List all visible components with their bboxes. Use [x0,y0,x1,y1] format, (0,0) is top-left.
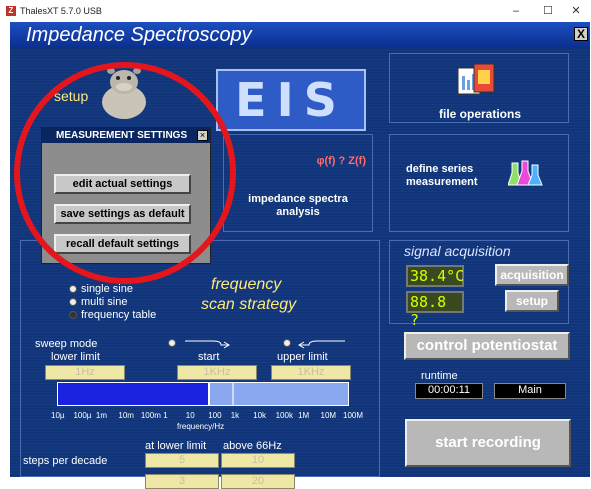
app-title: Impedance Spectroscopy [10,22,590,48]
signal-acquisition-title: signal acquisition [404,243,511,259]
axis-tick-label: 10M [320,411,337,420]
upper-limit-label: upper limit [277,351,328,363]
axis-tick-label: 100M [343,411,364,420]
axis-tick-label: 10m [118,411,134,420]
impedance-analysis-panel[interactable]: φ(f) ? Z(f) impedance spectra analysis [223,134,373,232]
mode-display: Main [494,383,566,399]
sweep-down-radio[interactable] [283,339,291,347]
axis-tick-label: 10k [253,411,267,420]
define-series-label-2: measurement [406,176,478,188]
sweep-up-radio[interactable] [168,339,176,347]
app-area: Impedance Spectroscopy X setup EIS file … [10,22,590,489]
steps-above-field[interactable]: 10 [221,453,295,468]
sweep-up-arrow-icon [185,340,230,349]
maximize-button[interactable]: ☐ [535,3,561,19]
frequency-range-fill [58,383,208,405]
frequency-range-marker[interactable] [208,383,210,405]
steps-lower-field[interactable]: 5 [145,453,219,468]
runtime-value: 00:00:11 [415,383,483,399]
frequency-start-marker[interactable] [232,383,234,405]
axis-tick-label: 1k [230,411,240,420]
flasks-icon [508,160,543,186]
axis-tick-label: 10 [185,411,195,420]
file-operations-label: file operations [438,107,521,121]
upper-limit-field[interactable]: 1KHz [271,365,351,380]
signal-acquisition-panel: signal acquisition 38.4°C 88.8 ? acquisi… [389,240,569,329]
radio-frequency-table[interactable] [69,311,77,319]
periods-above-field[interactable]: 20 [221,474,295,489]
control-potentiostat-button[interactable]: control potentiostat [404,332,570,360]
radio-single-sine[interactable] [69,285,77,293]
sweep-down-arrow-icon [298,340,345,349]
close-window-button[interactable]: ✕ [563,3,589,19]
impedance-label-1: impedance spectra [248,193,348,205]
at-lower-limit-label: at lower limit [145,440,207,452]
axis-tick-label: 1M [298,411,310,420]
runtime-label: runtime [421,370,458,382]
option-single-sine[interactable]: single sine [81,283,133,295]
periods-lower-field[interactable]: 3 [145,474,219,489]
eis-logo: EIS [216,69,366,131]
axis-tick-label: 1m [95,411,108,420]
window-titlebar: Z ThalesXT 5.7.0 USB – ☐ ✕ [0,0,591,22]
axis-tick-label: 100k [275,411,293,420]
define-series-panel[interactable]: define series measurement [389,134,569,232]
axis-tick-label: 100 [208,411,222,420]
frequency-range-slider[interactable] [57,382,349,406]
start-recording-button[interactable]: start recording [405,419,571,467]
axis-tick-label: 100µ [73,411,92,420]
option-frequency-table[interactable]: frequency table [81,309,156,321]
axis-tick-label: 100m [140,411,161,420]
frequency-panel: single sine multi sine frequency table f… [20,240,380,489]
application-window: Z ThalesXT 5.7.0 USB – ☐ ✕ Impedance Spe… [0,0,591,489]
frequency-axis-label: frequency/Hz [177,422,225,431]
radio-multi-sine[interactable] [69,298,77,306]
temperature-display: 38.4°C [406,265,464,287]
frequency-title-1: frequency [211,276,282,293]
above-label: above 66Hz [223,440,282,452]
steps-per-decade-label: steps per decade [23,455,108,467]
window-title: ThalesXT 5.7.0 USB [20,6,102,16]
minimize-button[interactable]: – [503,3,529,19]
axis-tick-label: 1 [163,411,168,420]
start-field[interactable]: 1KHz [177,365,257,380]
app-icon: Z [6,6,16,16]
impedance-label-2: analysis [276,206,320,218]
app-close-button[interactable]: X [574,27,588,41]
axis-tick-label: 10µ [51,411,65,420]
lower-limit-field[interactable]: 1Hz [45,365,125,380]
define-series-label-1: define series [406,163,474,175]
highlight-ring [14,62,236,284]
lower-limit-label: lower limit [51,351,100,363]
impedance-symbols: φ(f) ? Z(f) [316,155,366,167]
file-operations-panel[interactable]: file operations [389,53,569,123]
measure-periods-label: measure periods [25,476,107,488]
sweep-mode-label: sweep mode [35,338,98,350]
signal-setup-button[interactable]: setup [505,290,559,312]
folder-icon [457,63,495,95]
frequency-title-2: scan strategy [201,296,297,313]
option-multi-sine[interactable]: multi sine [81,296,127,308]
acquisition-button[interactable]: acquisition [495,264,569,286]
start-label: start [198,351,220,363]
status-display: 88.8 ? [406,291,464,329]
